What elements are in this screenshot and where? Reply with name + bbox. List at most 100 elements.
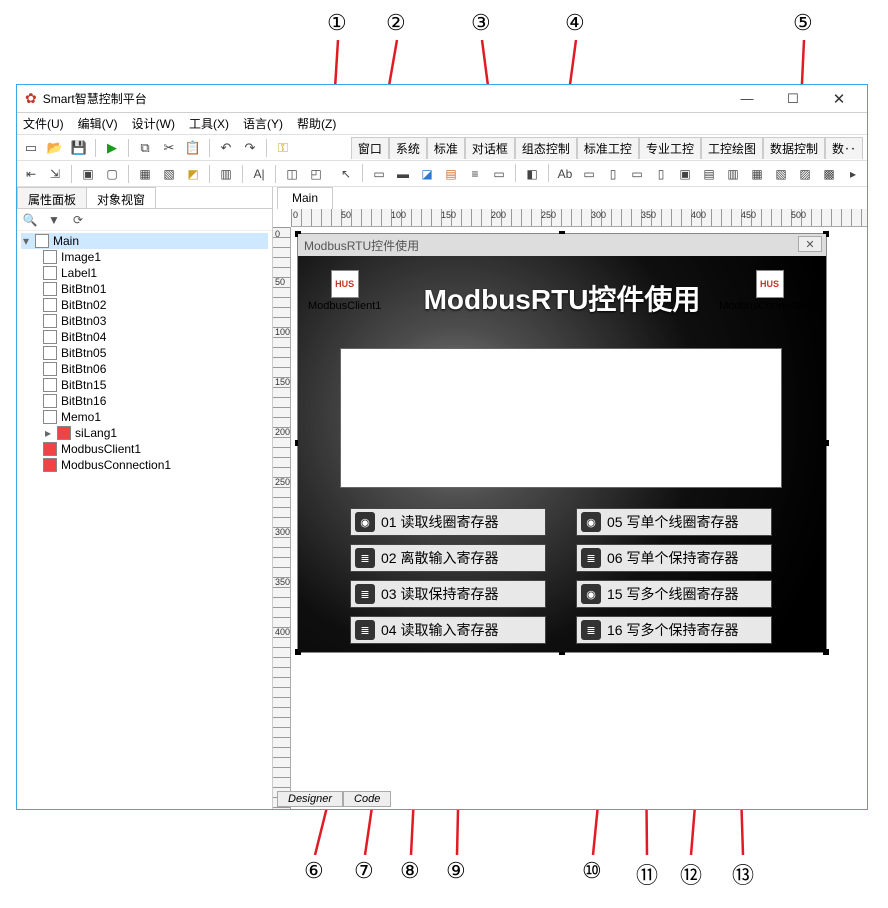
memo-area[interactable] [340,348,782,488]
panel19-icon[interactable]: ▩ [819,164,839,184]
copy-icon[interactable]: ⧉ [135,138,155,158]
tab-object-window[interactable]: 对象视窗 [86,187,156,208]
refresh-icon[interactable]: ⟳ [69,211,87,229]
btn-fn06[interactable]: ≣ 06 写单个保持寄存器 [576,544,772,572]
send-back-icon[interactable]: ▢ [102,164,122,184]
panel9-icon[interactable]: ▭ [579,164,599,184]
cat-window[interactable]: 窗口 [351,137,389,159]
titlebar[interactable]: ✿ Smart智慧控制平台 — ☐ ✕ [17,85,867,113]
run-icon[interactable]: ▶ [102,138,122,158]
tree-item[interactable]: BitBtn03 [43,313,268,329]
panel10-icon[interactable]: ▯ [603,164,623,184]
btn-fn03[interactable]: ≣ 03 读取保持寄存器 [350,580,546,608]
panel18-icon[interactable]: ▨ [795,164,815,184]
tree-item[interactable]: ModbusClient1 [43,441,268,457]
tree-item[interactable]: BitBtn04 [43,329,268,345]
btn-fn04[interactable]: ≣ 04 读取输入寄存器 [350,616,546,644]
tree-item[interactable]: ▸siLang1 [43,425,268,441]
align2-icon[interactable]: ⇲ [45,164,65,184]
tree-item[interactable]: BitBtn05 [43,345,268,361]
btn-fn02[interactable]: ≣ 02 离散输入寄存器 [350,544,546,572]
tree-item[interactable]: Image1 [43,249,268,265]
tree-item[interactable]: Label1 [43,265,268,281]
cat-dialog[interactable]: 对话框 [465,137,515,159]
color-icon[interactable]: ◩ [183,164,203,184]
btn-fn16[interactable]: ≣ 16 写多个保持寄存器 [576,616,772,644]
btn-fn05[interactable]: ◉ 05 写单个线圈寄存器 [576,508,772,536]
tree-item[interactable]: BitBtn02 [43,297,268,313]
tab-main[interactable]: Main [277,187,333,209]
panel15-icon[interactable]: ▥ [723,164,743,184]
bring-front-icon[interactable]: ▣ [78,164,98,184]
panel12-icon[interactable]: ▯ [651,164,671,184]
tab-code[interactable]: Code [343,791,391,807]
panel3-icon[interactable]: ◪ [417,164,437,184]
tree-root[interactable]: ▾ Main [21,233,268,249]
tree-item[interactable]: BitBtn16 [43,393,268,409]
panel11-icon[interactable]: ▭ [627,164,647,184]
misc2-icon[interactable]: ◰ [306,164,326,184]
panel14-icon[interactable]: ▤ [699,164,719,184]
component-modbus-client[interactable]: HUS ModbusClient1 [308,270,381,312]
menu-language[interactable]: 语言(Y) [243,115,283,132]
pointer-icon[interactable]: ↖ [336,164,356,184]
align-icon[interactable]: ⇤ [21,164,41,184]
grid-icon[interactable]: ▥ [216,164,236,184]
filter-icon[interactable]: ▼ [45,211,63,229]
panel2-icon[interactable]: ▬ [393,164,413,184]
cat-std-ic[interactable]: 标准工控 [577,137,639,159]
cut-icon[interactable]: ✂ [159,138,179,158]
tree-item[interactable]: BitBtn06 [43,361,268,377]
undo-icon[interactable]: ↶ [216,138,236,158]
search-icon[interactable]: 🔍 [21,211,39,229]
form-titlebar[interactable]: ModbusRTU控件使用 ✕ [298,234,826,256]
panel6-icon[interactable]: ▭ [489,164,509,184]
tree-item[interactable]: BitBtn15 [43,377,268,393]
component-modbus-connection[interactable]: HUS ModbusConnection1 [719,270,820,312]
menu-help[interactable]: 帮助(Z) [297,115,336,132]
cat-draw[interactable]: 工控绘图 [701,137,763,159]
new-icon[interactable]: ▭ [21,138,41,158]
design-surface[interactable]: ModbusRTU控件使用 ✕ ModbusRTU控件使用 HUS Modbus… [291,227,867,809]
panel8-icon[interactable]: Ab [555,164,575,184]
panel16-icon[interactable]: ▦ [747,164,767,184]
tab-properties[interactable]: 属性面板 [17,187,87,208]
minimize-button[interactable]: — [727,88,767,110]
cat-system[interactable]: 系统 [389,137,427,159]
design-form[interactable]: ModbusRTU控件使用 ✕ ModbusRTU控件使用 HUS Modbus… [297,233,827,653]
cat-standard[interactable]: 标准 [427,137,465,159]
cat-config[interactable]: 组态控制 [515,137,577,159]
panel17-icon[interactable]: ▧ [771,164,791,184]
ungroup-icon[interactable]: ▧ [159,164,179,184]
paste-icon[interactable]: 📋 [183,138,203,158]
tree-item[interactable]: Memo1 [43,409,268,425]
panel5-icon[interactable]: ≡ [465,164,485,184]
tree-item[interactable]: ModbusConnection1 [43,457,268,473]
text-icon[interactable]: A| [249,164,269,184]
key-icon[interactable]: ⚿ [273,138,293,158]
group-icon[interactable]: ▦ [135,164,155,184]
panel-more-icon[interactable]: ▸ [843,164,863,184]
panel13-icon[interactable]: ▣ [675,164,695,184]
menu-edit[interactable]: 编辑(V) [78,115,118,132]
maximize-button[interactable]: ☐ [773,88,813,110]
save-icon[interactable]: 💾 [69,138,89,158]
menu-tools[interactable]: 工具(X) [189,115,229,132]
misc1-icon[interactable]: ◫ [282,164,302,184]
cat-more[interactable]: 数‥ [825,137,863,159]
panel4-icon[interactable]: ▤ [441,164,461,184]
cat-data[interactable]: 数据控制 [763,137,825,159]
menu-design[interactable]: 设计(W) [132,115,175,132]
menu-file[interactable]: 文件(U) [23,115,64,132]
form-close-button[interactable]: ✕ [798,236,822,252]
open-icon[interactable]: 📂 [45,138,65,158]
btn-fn15[interactable]: ◉ 15 写多个线圈寄存器 [576,580,772,608]
cat-pro-ic[interactable]: 专业工控 [639,137,701,159]
redo-icon[interactable]: ↷ [240,138,260,158]
panel7-icon[interactable]: ◧ [522,164,542,184]
tree-item[interactable]: BitBtn01 [43,281,268,297]
btn-fn01[interactable]: ◉ 01 读取线圈寄存器 [350,508,546,536]
object-tree[interactable]: ▾ Main Image1 Label1 BitBtn01 BitBtn02 B… [17,231,272,809]
close-button[interactable]: ✕ [819,88,859,110]
panel1-icon[interactable]: ▭ [369,164,389,184]
